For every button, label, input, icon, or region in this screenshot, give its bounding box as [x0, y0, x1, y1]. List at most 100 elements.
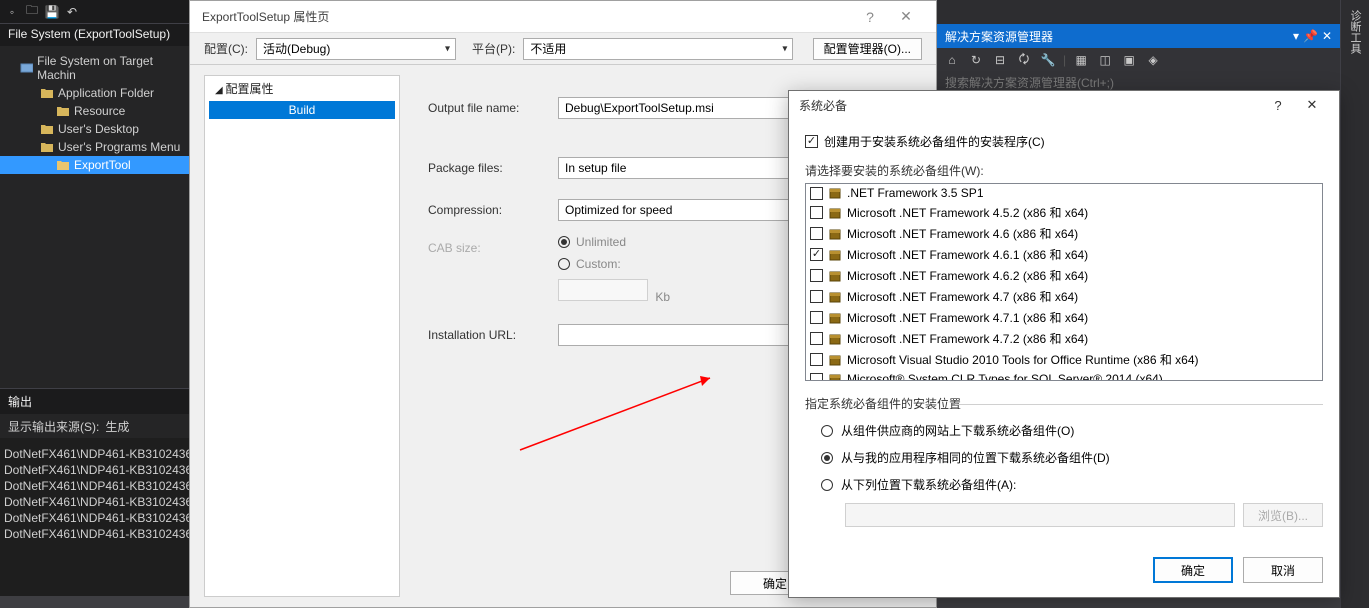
config-sidebar: 配置属性 Build — [204, 75, 400, 597]
home-icon[interactable]: ⌂ — [943, 51, 961, 69]
radio-custom-path[interactable] — [821, 479, 833, 491]
output-line: DotNetFX461\NDP461-KB3102436-x8 — [4, 446, 185, 462]
config-manager-button[interactable]: 配置管理器(O)... — [813, 38, 922, 60]
view-icon[interactable]: ◫ — [1096, 51, 1114, 69]
folder-icon — [40, 87, 54, 99]
prereq-list-item[interactable]: Microsoft .NET Framework 4.7 (x86 和 x64) — [806, 286, 1322, 307]
sidebar-item-build[interactable]: Build — [209, 101, 395, 119]
collapse-icon[interactable]: ⊟ — [991, 51, 1009, 69]
output-source-row: 显示输出来源(S): 生成 — [0, 414, 189, 438]
properties-icon[interactable]: ▦ — [1072, 51, 1090, 69]
folder-icon — [40, 123, 54, 135]
tree-label: User's Programs Menu — [58, 140, 180, 154]
radio-custom-label: Custom: — [576, 257, 621, 271]
package-icon — [828, 248, 842, 262]
prereq-list-item[interactable]: Microsoft .NET Framework 4.7.2 (x86 和 x6… — [806, 328, 1322, 349]
prereq-checkbox[interactable] — [810, 206, 823, 219]
radio-unlimited[interactable] — [558, 236, 570, 248]
prereq-list-item[interactable]: Microsoft .NET Framework 4.5.2 (x86 和 x6… — [806, 202, 1322, 223]
toolbar-icon[interactable]: 🗀 — [24, 4, 40, 20]
prereq-titlebar: 系统必备 ? ✕ — [789, 91, 1339, 119]
prereq-list-item[interactable]: Microsoft .NET Framework 4.7.1 (x86 和 x6… — [806, 307, 1322, 328]
prereq-list-item[interactable]: Microsoft .NET Framework 4.6 (x86 和 x64) — [806, 223, 1322, 244]
prereq-list-item[interactable]: Microsoft® System CLR Types for SQL Serv… — [806, 370, 1322, 381]
output-source-value[interactable]: 生成 — [105, 418, 129, 435]
close-button[interactable]: ✕ — [888, 3, 924, 31]
radio-unlimited-label: Unlimited — [576, 235, 626, 249]
diagnostics-tab[interactable]: 诊断工具 — [1341, 0, 1369, 64]
tree-root[interactable]: File System on Target Machin — [0, 52, 189, 84]
prereq-checkbox[interactable] — [810, 332, 823, 345]
radio-vendor-site[interactable] — [821, 425, 833, 437]
solution-explorer-titlebar: 解决方案资源管理器 ▾ 📌 ✕ — [937, 24, 1340, 48]
toolbar-icon[interactable]: ◦ — [4, 4, 20, 20]
prereq-item-label: .NET Framework 3.5 SP1 — [847, 186, 984, 200]
create-installer-checkbox[interactable] — [805, 135, 818, 148]
prereq-item-label: Microsoft .NET Framework 4.7.1 (x86 和 x6… — [847, 309, 1088, 326]
prereq-checkbox[interactable] — [810, 248, 823, 261]
toolbar-icon[interactable]: ◈ — [1144, 51, 1162, 69]
output-source-label: 显示输出来源(S): — [8, 418, 99, 435]
select-components-label: 请选择要安装的系统必备组件(W): — [805, 162, 1323, 179]
browse-button[interactable]: 浏览(B)... — [1243, 503, 1323, 527]
kb-label: Kb — [655, 290, 670, 304]
prereq-list[interactable]: .NET Framework 3.5 SP1 Microsoft .NET Fra… — [805, 183, 1323, 381]
prereq-checkbox[interactable] — [810, 290, 823, 303]
ok-button[interactable]: 确定 — [1153, 557, 1233, 583]
output-name-value: Debug\ExportToolSetup.msi — [565, 101, 714, 115]
cab-label: CAB size: — [428, 241, 558, 255]
package-icon — [828, 227, 842, 241]
output-panel-header: 输出 — [0, 388, 189, 414]
radio-path-label: 从下列位置下载系统必备组件(A): — [841, 476, 1016, 493]
prereq-checkbox[interactable] — [810, 373, 823, 382]
tree-desktop[interactable]: User's Desktop — [0, 120, 189, 138]
output-line: DotNetFX461\NDP461-KB3102436-x8 — [4, 526, 185, 542]
right-tool-strip: 诊断工具 — [1340, 0, 1369, 608]
prereq-checkbox[interactable] — [810, 311, 823, 324]
prereq-checkbox[interactable] — [810, 187, 823, 200]
toolbar-icon[interactable]: 💾 — [44, 4, 60, 20]
file-system-tree: File System on Target Machin Application… — [0, 46, 189, 388]
toolbar-icon[interactable]: ▣ — [1120, 51, 1138, 69]
help-button[interactable]: ? — [1261, 93, 1295, 117]
toolbar-icon[interactable]: ↶ — [64, 4, 80, 20]
radio-custom[interactable] — [558, 258, 570, 270]
install-location-label: 指定系统必备组件的安装位置 — [805, 395, 1323, 412]
cab-size-input[interactable] — [558, 279, 648, 301]
refresh-icon[interactable]: ↻ — [967, 51, 985, 69]
help-button[interactable]: ? — [852, 3, 888, 31]
package-value: In setup file — [565, 161, 626, 175]
package-icon — [828, 372, 842, 381]
sync-icon[interactable]: 🗘 — [1015, 51, 1033, 69]
prereq-list-item[interactable]: Microsoft .NET Framework 4.6.2 (x86 和 x6… — [806, 265, 1322, 286]
path-input[interactable] — [845, 503, 1235, 527]
package-label: Package files: — [428, 161, 558, 175]
close-button[interactable]: ✕ — [1295, 93, 1329, 117]
prereq-list-item[interactable]: Microsoft .NET Framework 4.6.1 (x86 和 x6… — [806, 244, 1322, 265]
prereq-checkbox[interactable] — [810, 269, 823, 282]
prereq-list-item[interactable]: .NET Framework 3.5 SP1 — [806, 184, 1322, 202]
prereq-list-item[interactable]: Microsoft Visual Studio 2010 Tools for O… — [806, 349, 1322, 370]
radio-same-location[interactable] — [821, 452, 833, 464]
pin-icon[interactable]: 📌 — [1303, 29, 1318, 43]
wrench-icon[interactable]: 🔧 — [1039, 51, 1057, 69]
sidebar-config-header[interactable]: 配置属性 — [205, 76, 399, 101]
file-system-header: File System (ExportToolSetup) — [0, 24, 190, 46]
package-icon — [828, 269, 842, 283]
prereq-checkbox[interactable] — [810, 353, 823, 366]
prerequisites-dialog: 系统必备 ? ✕ 创建用于安装系统必备组件的安装程序(C) 请选择要安装的系统必… — [788, 90, 1340, 598]
cancel-button[interactable]: 取消 — [1243, 557, 1323, 583]
platform-combo[interactable]: 不适用 — [523, 38, 793, 60]
close-icon[interactable]: ✕ — [1322, 29, 1332, 43]
tree-programs-menu[interactable]: User's Programs Menu — [0, 138, 189, 156]
prereq-checkbox[interactable] — [810, 227, 823, 240]
output-line: DotNetFX461\NDP461-KB3102436-x8 — [4, 478, 185, 494]
dropdown-icon[interactable]: ▾ — [1293, 29, 1299, 43]
tree-app-folder[interactable]: Application Folder — [0, 84, 189, 102]
folder-open-icon — [56, 159, 70, 171]
prereq-item-label: Microsoft .NET Framework 4.6 (x86 和 x64) — [847, 225, 1078, 242]
tree-export-tool[interactable]: ExportTool — [0, 156, 189, 174]
tree-resource[interactable]: Resource — [0, 102, 189, 120]
config-combo[interactable]: 活动(Debug) — [256, 38, 456, 60]
package-icon — [828, 290, 842, 304]
